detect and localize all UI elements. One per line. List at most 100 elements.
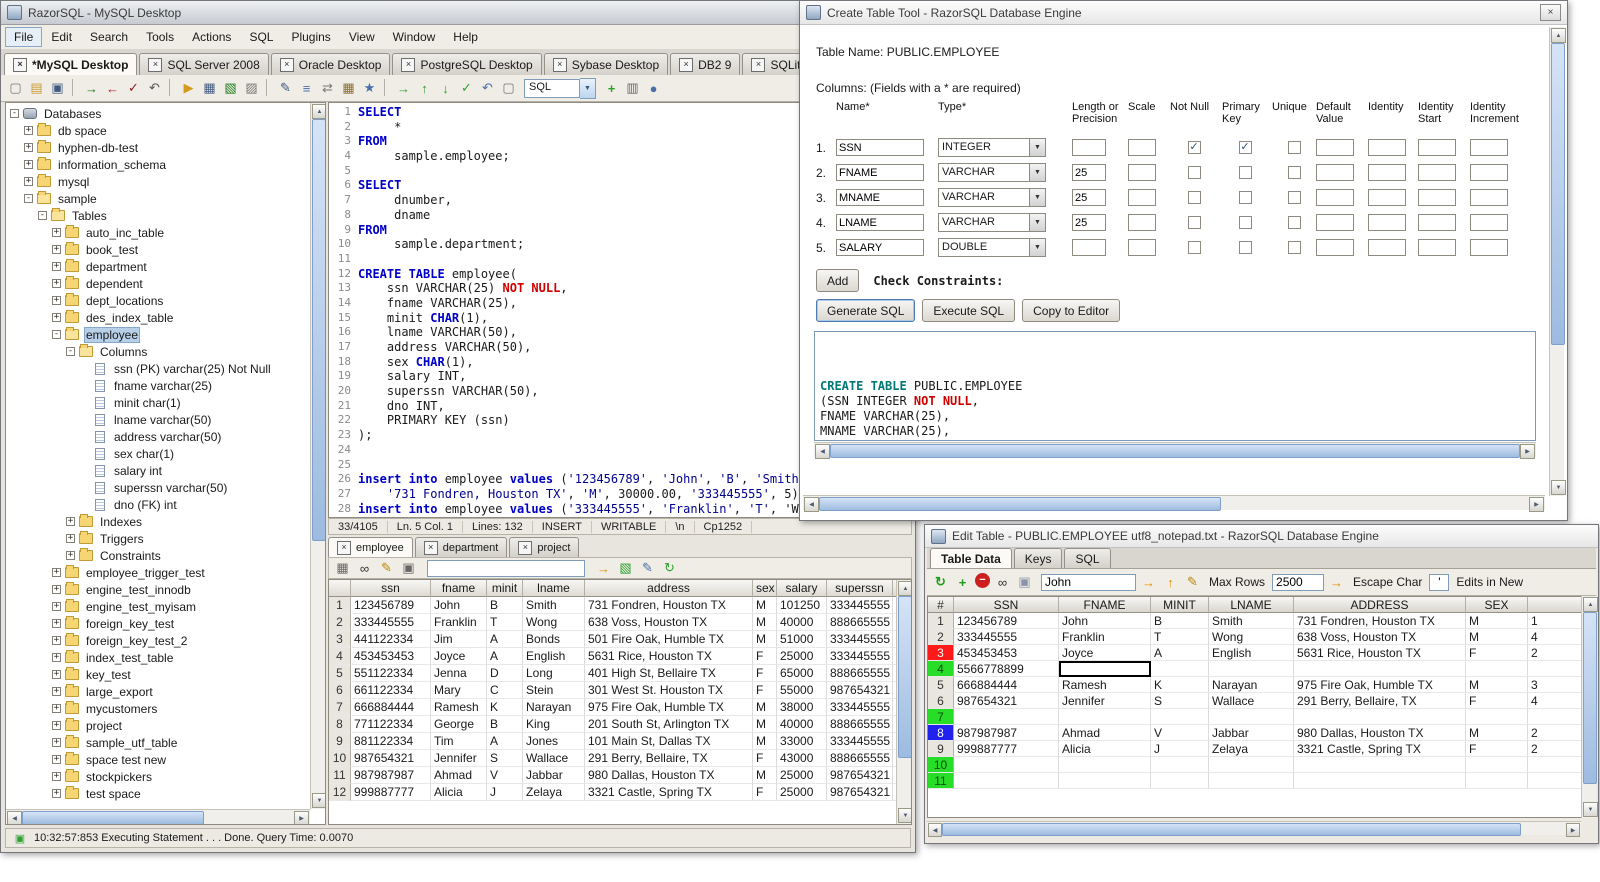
grid-cell[interactable]: 987987987 xyxy=(954,725,1059,741)
grid-cell[interactable]: 666884444 xyxy=(954,677,1059,693)
grid-cell[interactable]: 987654321 xyxy=(827,784,893,801)
grid-cell[interactable]: 987654321 xyxy=(954,693,1059,709)
grid-header-cell[interactable]: MINIT xyxy=(1151,597,1209,613)
tree-item[interactable]: + auto_inc_table xyxy=(6,224,310,241)
expand-toggle-icon[interactable]: - xyxy=(66,347,75,356)
grid-cell[interactable]: A xyxy=(487,733,523,750)
connect-icon[interactable]: → xyxy=(82,79,101,98)
grid-cell[interactable]: F xyxy=(753,784,777,801)
tree-vertical-scrollbar[interactable]: ▲ ▼ xyxy=(310,103,325,809)
grid-cell[interactable]: Alicia xyxy=(431,784,487,801)
grid-cell[interactable]: Long xyxy=(523,665,585,682)
grid-cell[interactable]: 888665555 xyxy=(827,614,893,631)
grid-cell[interactable] xyxy=(1059,773,1151,789)
escape-char-input[interactable] xyxy=(1429,573,1450,591)
grid-cell[interactable]: Narayan xyxy=(1209,677,1294,693)
grid-header-cell[interactable] xyxy=(329,580,351,597)
rollback-icon[interactable]: ↶ xyxy=(145,79,164,98)
export-icon[interactable]: ▧ xyxy=(221,79,240,98)
tree-item[interactable]: + index_test_table xyxy=(6,649,310,666)
grid-cell[interactable]: 3 xyxy=(1528,677,1584,693)
grid-cell[interactable]: 291 Berry, Bellaire, TX xyxy=(585,750,753,767)
grid-cell[interactable]: 333445555 xyxy=(351,614,431,631)
copy-to-editor-button[interactable]: Copy to Editor xyxy=(1022,299,1121,322)
grid-cell[interactable]: 987654321 xyxy=(827,682,893,699)
menu-item[interactable]: Tools xyxy=(137,27,183,47)
fetch-down-icon[interactable]: ↓ xyxy=(436,79,455,98)
grid-cell[interactable]: 40000 xyxy=(777,614,827,631)
tree-item[interactable]: + information_schema xyxy=(6,156,310,173)
grid-cell[interactable]: 12 xyxy=(329,784,351,801)
scroll-left-icon[interactable]: ◀ xyxy=(928,823,942,837)
table-row[interactable]: 9 881122334 Tim A Jones 101 Main St, Dallas T… xyxy=(329,733,911,750)
grid-cell[interactable]: A xyxy=(487,648,523,665)
expand-toggle-icon[interactable]: + xyxy=(52,772,61,781)
table-row[interactable]: 6 661122334 Mary C Stein 301 West St. Houston… xyxy=(329,682,911,699)
grid-header-cell[interactable]: LNAME xyxy=(1209,597,1294,613)
grid-cell[interactable]: 7 xyxy=(928,709,954,725)
check-syntax-icon[interactable]: ✓ xyxy=(457,79,476,98)
grid-cell[interactable]: Franklin xyxy=(1059,629,1151,645)
grid-cell[interactable] xyxy=(1528,661,1584,677)
column-name-input[interactable] xyxy=(836,164,924,181)
expand-toggle-icon[interactable]: + xyxy=(52,568,61,577)
unique-checkbox[interactable] xyxy=(1287,141,1301,154)
identity-increment-input[interactable] xyxy=(1470,139,1508,156)
chevron-down-icon[interactable]: ▼ xyxy=(1029,239,1045,256)
grid-cell[interactable]: 3 xyxy=(928,645,954,661)
toolbar-separator[interactable] xyxy=(384,78,389,96)
scale-input[interactable] xyxy=(1128,239,1156,256)
tree-item[interactable]: lname varchar(50) xyxy=(6,411,310,428)
grid-cell[interactable]: S xyxy=(1151,693,1209,709)
scroll-right-icon[interactable]: ▶ xyxy=(1566,823,1580,837)
grid-cell[interactable]: B xyxy=(1151,613,1209,629)
length-input[interactable] xyxy=(1072,164,1106,181)
tree-item[interactable]: superssn varchar(50) xyxy=(6,479,310,496)
unique-checkbox[interactable] xyxy=(1287,191,1301,204)
not-null-checkbox[interactable] xyxy=(1187,241,1201,254)
table-row[interactable]: 2 333445555 Franklin T Wong 638 Voss, Houston… xyxy=(329,614,911,631)
expand-toggle-icon[interactable]: + xyxy=(52,653,61,662)
grid-cell[interactable] xyxy=(954,709,1059,725)
magnet-icon[interactable]: ↑ xyxy=(1161,573,1180,592)
expand-toggle-icon[interactable]: + xyxy=(52,721,61,730)
copy-grid-icon[interactable]: ▣ xyxy=(399,559,418,578)
tree-item[interactable]: + db space xyxy=(6,122,310,139)
tree-item[interactable]: + mycustomers xyxy=(6,700,310,717)
identity-input[interactable] xyxy=(1368,189,1406,206)
tree-item[interactable]: - Databases xyxy=(6,105,310,122)
scroll-right-icon[interactable]: ▶ xyxy=(1529,497,1544,512)
grid-header-cell[interactable]: minit xyxy=(487,580,523,597)
grid-cell[interactable] xyxy=(1151,773,1209,789)
grid-cell[interactable]: 10 xyxy=(329,750,351,767)
grid-cell[interactable]: 2 xyxy=(329,614,351,631)
table-row[interactable]: 9 999887777 Alicia J Zelaya 3321 Castle, Spri… xyxy=(928,741,1584,757)
grid-cell[interactable]: Ahmad xyxy=(431,767,487,784)
grid-cell[interactable] xyxy=(1466,757,1528,773)
table-row[interactable]: 6 987654321 Jennifer S Wallace 291 Berry, Bel… xyxy=(928,693,1584,709)
grid-cell[interactable]: 888665555 xyxy=(827,716,893,733)
grid-cell[interactable] xyxy=(1059,661,1151,677)
menu-item[interactable]: View xyxy=(340,27,384,47)
grid-cell[interactable]: Alicia xyxy=(1059,741,1151,757)
identity-increment-input[interactable] xyxy=(1470,214,1508,231)
grid-cell[interactable]: English xyxy=(1209,645,1294,661)
search-results-icon[interactable]: ∞ xyxy=(355,559,374,578)
grid-cell[interactable]: 6 xyxy=(928,693,954,709)
identity-input[interactable] xyxy=(1368,164,1406,181)
expand-toggle-icon[interactable]: + xyxy=(52,296,61,305)
grid-cell[interactable]: 731 Fondren, Houston TX xyxy=(1294,613,1466,629)
grid-cell[interactable]: Ramesh xyxy=(1059,677,1151,693)
tree-item[interactable]: - Tables xyxy=(6,207,310,224)
grid-cell[interactable]: 101250 xyxy=(777,597,827,614)
unique-checkbox[interactable] xyxy=(1287,241,1301,254)
scale-input[interactable] xyxy=(1128,139,1156,156)
unique-checkbox[interactable] xyxy=(1287,166,1301,179)
close-icon[interactable]: × xyxy=(337,540,351,555)
primary-key-checkbox[interactable] xyxy=(1238,241,1252,254)
grid-cell[interactable]: 40000 xyxy=(777,716,827,733)
chevron-down-icon[interactable]: ▼ xyxy=(1029,139,1045,156)
go-search-icon[interactable]: → xyxy=(1139,573,1158,592)
grid-cell[interactable]: V xyxy=(1151,725,1209,741)
default-value-input[interactable] xyxy=(1316,139,1354,156)
